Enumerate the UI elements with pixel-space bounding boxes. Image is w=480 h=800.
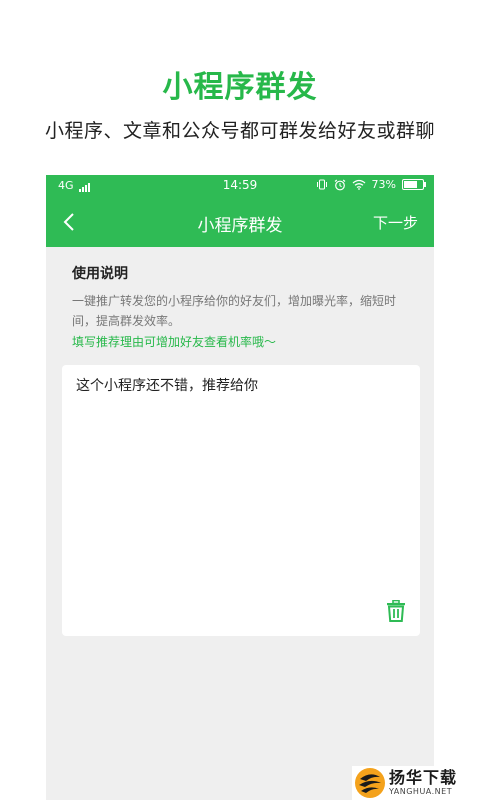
battery-icon [402,179,426,190]
instructions-heading: 使用说明 [72,266,128,282]
status-icons: 73% [316,178,426,191]
trash-icon[interactable] [386,600,406,622]
status-bar: 4G 14:59 73% [46,175,434,197]
usage-instructions: 使用说明 一键推广转发您的小程序给你的好友们，增加曝光率，缩短时间，提高群发效率… [72,263,412,351]
alarm-icon [334,179,345,190]
yanghua-logo-icon [355,768,385,798]
promo-title: 小程序群发 [162,70,318,105]
watermark: 扬华下载 YANGHUA.NET [352,766,480,800]
battery-percent: 73% [371,178,396,191]
next-step-button[interactable]: 下一步 [373,212,418,233]
instructions-body: 一键推广转发您的小程序给你的好友们，增加曝光率，缩短时间，提高群发效率。 [72,294,397,328]
recommendation-card: 这个小程序还不错，推荐给你 [62,365,420,636]
wifi-icon [352,179,365,190]
watermark-en: YANGHUA.NET [389,787,453,796]
promo-subtitle: 小程序、文章和公众号都可群发给好友或群聊 [44,120,435,142]
watermark-cn: 扬华下载 [389,768,458,787]
instructions-tip: 填写推荐理由可增加好友查看机率哦～ [72,335,277,349]
nav-bar: 小程序群发 下一步 [46,197,434,247]
recommendation-input[interactable]: 这个小程序还不错，推荐给你 [76,375,406,395]
vibrate-icon [316,179,327,190]
phone-screen: 4G 14:59 73% 小程序群发 下一步 使用说明 一键推广转发您的小程序给… [46,175,434,800]
